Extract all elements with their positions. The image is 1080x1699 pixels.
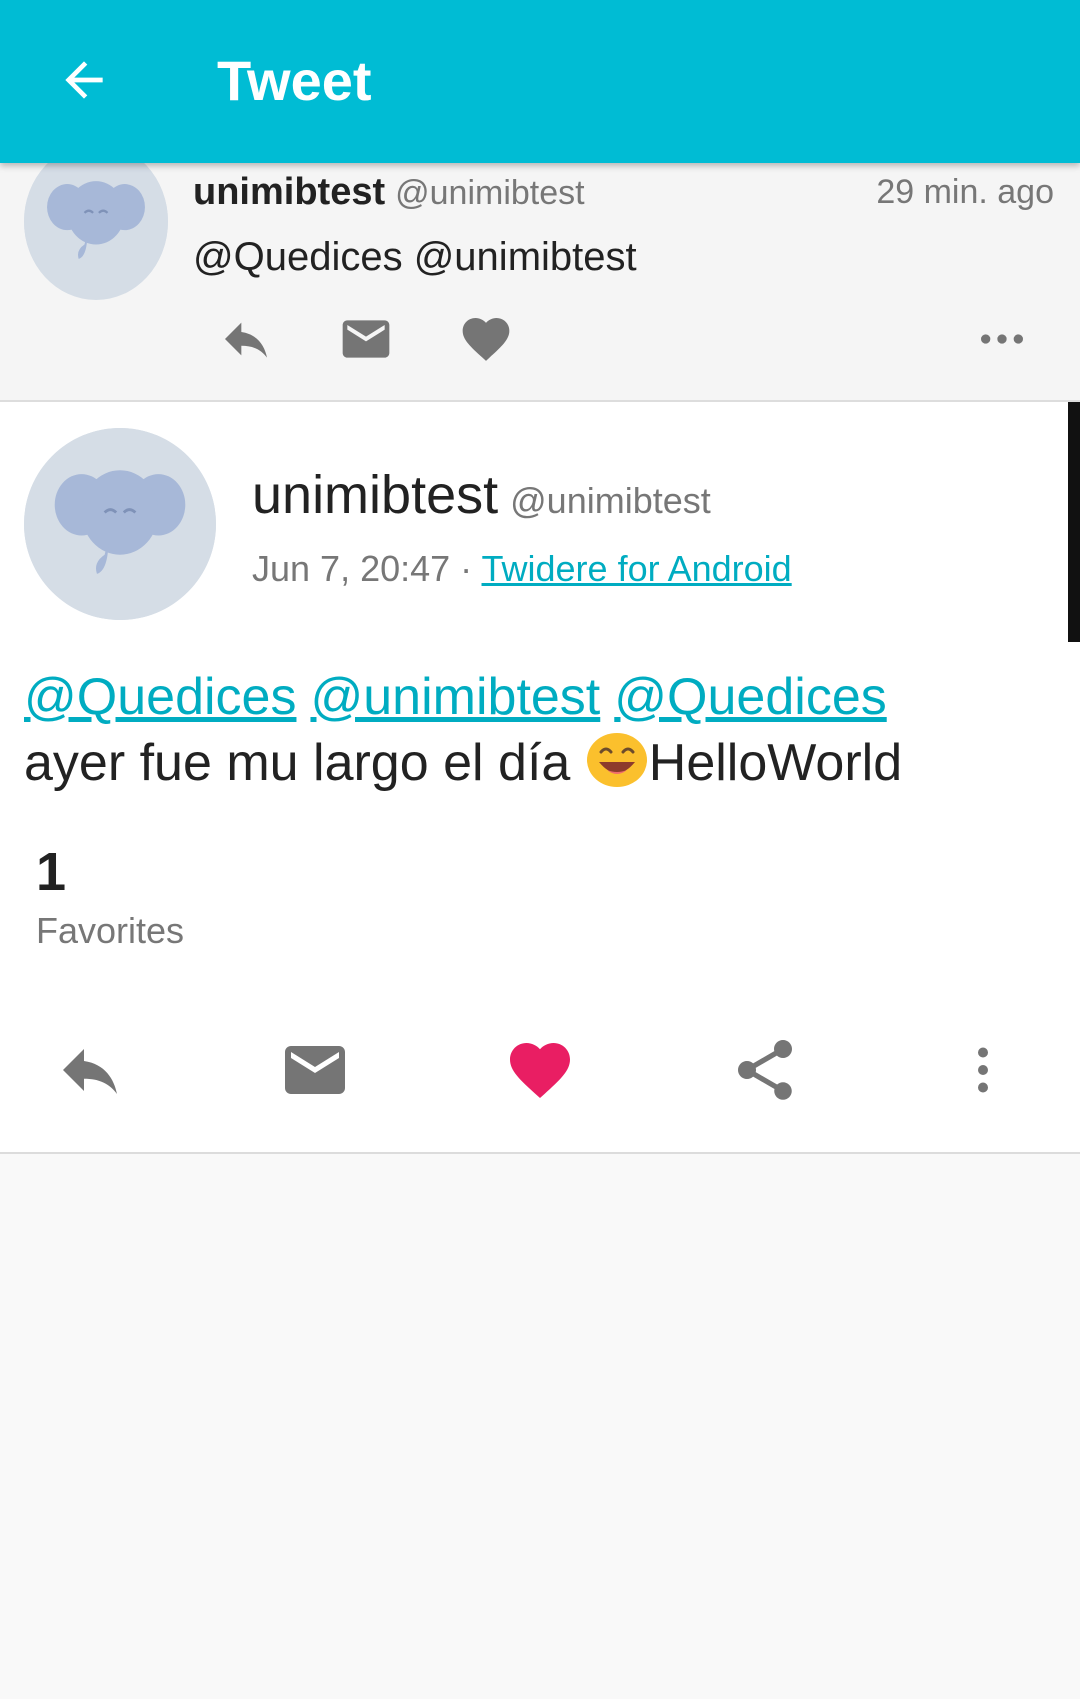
author-name[interactable]: unimibtest @unimibtest — [252, 464, 711, 526]
status-text: @Quedices @unimibtest @Quedices ayer fue m… — [24, 664, 1054, 796]
mention-link[interactable]: @Quedices — [24, 668, 296, 726]
message-icon — [342, 320, 390, 358]
author-name-text: unimibtest — [252, 465, 499, 525]
favorite-button[interactable] — [500, 1030, 580, 1110]
share-icon — [738, 1040, 792, 1100]
app-toolbar: Tweet — [0, 0, 1080, 163]
share-button[interactable] — [725, 1030, 805, 1110]
parent-tweet[interactable]: unimibtest @unimibtest 29 min. ago @Quedi… — [0, 163, 1080, 402]
more-vertical-icon — [978, 1047, 988, 1093]
message-button[interactable] — [275, 1030, 355, 1110]
author-handle: @unimibtest — [510, 480, 711, 521]
status-text-part: HelloWorld — [648, 734, 903, 792]
status-date: Jun 7, 20:47 — [252, 548, 451, 589]
tweet-screen: Tweet unimibtest @unimibtest 29 min. ago … — [0, 0, 1080, 1699]
status-text-part: ayer fue mu largo el día — [24, 734, 585, 792]
mention-link[interactable]: @unimibtest — [310, 668, 600, 726]
tweet-text: @Quedices @unimibtest — [193, 235, 637, 279]
meta-separator: · — [450, 548, 482, 589]
favorites-count-label: Favorites — [36, 910, 185, 951]
back-button[interactable] — [48, 44, 120, 116]
author-handle: @unimibtest — [395, 174, 585, 212]
favorite-button[interactable] — [454, 311, 518, 367]
status-meta: Jun 7, 20:47 · Twidere for Android — [252, 548, 792, 590]
favorites-count[interactable]: 1 Favorites — [36, 842, 184, 952]
heart-icon — [462, 318, 510, 361]
avatar[interactable] — [24, 163, 168, 300]
toolbar-title: Tweet — [217, 49, 372, 112]
favorites-count-number: 1 — [36, 842, 67, 902]
elephant-avatar-icon — [24, 428, 216, 620]
source-link[interactable]: Twidere for Android — [482, 548, 792, 589]
tweet-time: 29 min. ago — [876, 173, 1054, 211]
scrollbar[interactable] — [1068, 402, 1080, 642]
status-detail: unimibtest @unimibtest Jun 7, 20:47 · Twi… — [0, 402, 1080, 1154]
smiling-face-emoji-icon — [586, 733, 647, 787]
heart-icon — [510, 1043, 570, 1099]
more-button[interactable] — [970, 311, 1034, 367]
author-name-text: unimibtest — [193, 171, 386, 213]
reply-button[interactable] — [50, 1030, 130, 1110]
message-icon — [285, 1046, 345, 1094]
author-name[interactable]: unimibtest @unimibtest — [193, 171, 585, 214]
mention-link[interactable]: @Quedices — [614, 668, 886, 726]
elephant-avatar-icon — [24, 163, 168, 294]
arrow-left-icon — [65, 61, 103, 99]
more-horizontal-icon — [981, 334, 1023, 344]
reply-icon — [225, 322, 267, 358]
reply-icon — [63, 1049, 117, 1094]
more-button[interactable] — [943, 1030, 1023, 1110]
reply-button[interactable] — [214, 311, 278, 367]
message-button[interactable] — [334, 311, 398, 367]
avatar[interactable] — [24, 428, 216, 620]
